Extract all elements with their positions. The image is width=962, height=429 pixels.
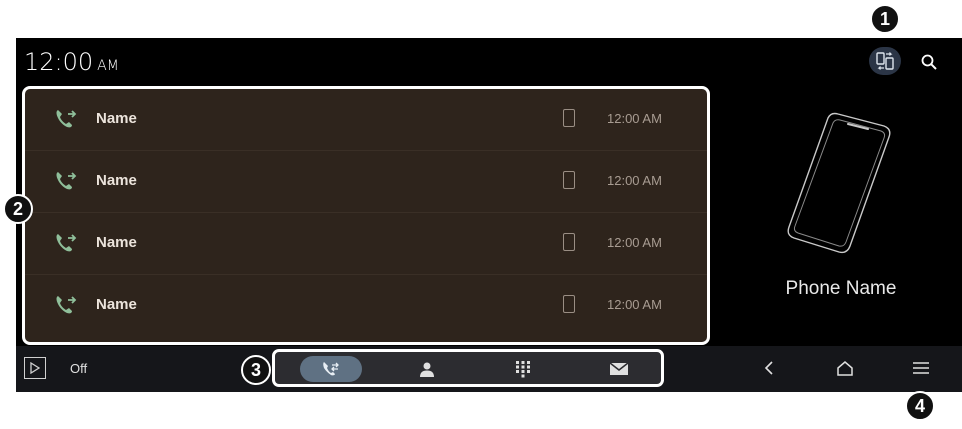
- contact-name: Name: [96, 234, 137, 251]
- callout-badge: 4: [905, 391, 935, 421]
- outgoing-call-icon: [56, 234, 77, 252]
- call-history-row[interactable]: Name 12:00 AM: [25, 213, 707, 275]
- infotainment-screen: 12:00 AM Name 12:00 AM Name 12:00 AM Nam…: [16, 38, 962, 392]
- phone-illustration-icon: [787, 112, 891, 254]
- back-icon: [764, 361, 773, 375]
- bottom-bar: Off: [16, 346, 962, 392]
- phone-switch-button[interactable]: [869, 47, 901, 75]
- message-icon: [609, 362, 629, 375]
- call-history-row[interactable]: Name 12:00 AM: [25, 89, 707, 151]
- mobile-device-icon: [563, 171, 575, 189]
- call-history-row[interactable]: Name 12:00 AM: [25, 151, 707, 213]
- call-history-icon: [323, 362, 339, 376]
- search-button[interactable]: [916, 49, 942, 75]
- status-clock: 12:00 AM: [24, 48, 119, 80]
- media-status: Off: [70, 361, 88, 376]
- clock-ampm: AM: [97, 58, 119, 74]
- mobile-device-icon: [563, 233, 575, 251]
- callout-badge: 1: [870, 4, 900, 34]
- phone-tab-bar: [272, 349, 664, 387]
- keypad-icon: [516, 361, 530, 378]
- home-icon: [837, 361, 853, 376]
- outgoing-call-icon: [56, 110, 77, 128]
- tab-contacts[interactable]: [396, 356, 458, 382]
- mobile-device-icon: [563, 109, 575, 127]
- contact-name: Name: [96, 110, 137, 127]
- home-button[interactable]: [833, 356, 857, 380]
- outgoing-call-icon: [56, 296, 77, 314]
- device-name: Phone Name: [785, 278, 897, 299]
- call-history-row[interactable]: Name 12:00 AM: [25, 275, 707, 336]
- callout-badge: 2: [3, 194, 33, 224]
- call-time: 12:00 AM: [607, 235, 662, 250]
- contact-name: Name: [96, 172, 137, 189]
- callout-badge: 3: [241, 355, 271, 385]
- call-time: 12:00 AM: [607, 297, 662, 312]
- outgoing-call-icon: [56, 172, 77, 190]
- tab-messages[interactable]: [588, 356, 650, 382]
- menu-icon: [913, 362, 929, 374]
- play-icon: [30, 362, 40, 374]
- menu-button[interactable]: [909, 356, 933, 380]
- call-time: 12:00 AM: [607, 111, 662, 126]
- contact-name: Name: [96, 296, 137, 313]
- back-button[interactable]: [757, 356, 781, 380]
- contacts-icon: [420, 362, 434, 377]
- clock-time: 12:00: [24, 48, 94, 76]
- media-play-button[interactable]: [24, 357, 46, 379]
- mobile-device-icon: [563, 295, 575, 313]
- phone-switch-icon: [876, 52, 894, 70]
- tab-recent-calls[interactable]: [300, 356, 362, 382]
- search-icon: [921, 54, 937, 70]
- tab-keypad[interactable]: [492, 356, 554, 382]
- call-history-list: Name 12:00 AM Name 12:00 AM Name 12:00 A…: [22, 86, 710, 345]
- call-time: 12:00 AM: [607, 173, 662, 188]
